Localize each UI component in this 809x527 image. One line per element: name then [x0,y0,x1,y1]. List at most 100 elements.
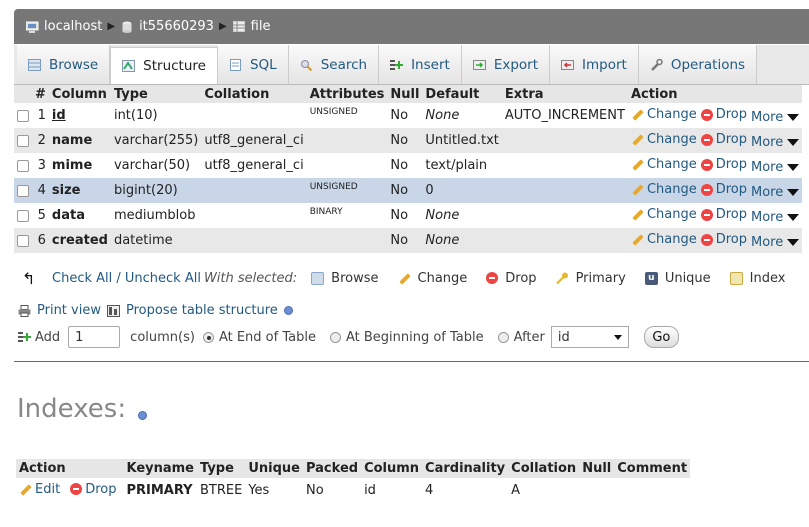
bulk-index-label[interactable]: Index [750,271,786,286]
more-label[interactable]: More [751,235,783,250]
bulk-change-label[interactable]: Change [418,271,468,286]
more-label[interactable]: More [751,135,783,150]
index-drop-cell: Drop [67,478,123,503]
change-button[interactable]: Change [631,182,697,197]
after-radio[interactable] [497,331,509,343]
go-button[interactable]: Go [643,326,679,348]
index-cardinality: 4 [425,483,434,498]
propose-structure-link[interactable]: Propose table structure [126,303,278,318]
drop-button[interactable]: Drop [700,107,747,122]
tab-search[interactable]: Search [288,45,380,84]
row-num: 3 [32,153,49,178]
tab-browse-label[interactable]: Browse [49,57,98,73]
row-checkbox[interactable] [17,159,29,172]
row-checkbox[interactable] [17,134,29,147]
index-drop-button[interactable]: Drop [70,482,116,497]
change-button[interactable]: Change [631,107,697,122]
change-label[interactable]: Change [647,107,697,122]
change-button[interactable]: Change [631,207,697,222]
tab-insert[interactable]: Insert [379,45,462,84]
bulk-primary-button[interactable]: Primary [555,271,626,286]
tab-export[interactable]: Export [461,45,551,84]
bulk-unique-label[interactable]: Unique [665,271,711,286]
drop-button[interactable]: Drop [700,232,747,247]
breadcrumb-database[interactable]: it55660293 [121,19,214,34]
bulk-primary-label[interactable]: Primary [576,271,626,286]
more-label[interactable]: More [751,185,783,200]
index-edit-button[interactable]: Edit [19,482,60,497]
tab-sql[interactable]: SQL [217,45,289,84]
drop-label[interactable]: Drop [716,232,747,247]
more-menu-button[interactable]: More [751,160,800,175]
help-icon[interactable] [138,411,148,420]
change-button[interactable]: Change [631,157,697,172]
drop-label[interactable]: Drop [716,207,747,222]
row-checkbox[interactable] [17,209,29,222]
bulk-unique-button[interactable]: u Unique [644,271,711,286]
more-label[interactable]: More [751,110,783,125]
tab-browse[interactable]: Browse [17,45,111,84]
tab-import-label[interactable]: Import [582,57,627,73]
row-checkbox[interactable] [17,109,29,122]
bulk-browse-label[interactable]: Browse [331,271,378,286]
tab-search-label[interactable]: Search [321,57,367,73]
more-menu-button[interactable]: More [751,210,800,225]
after-column-select[interactable]: id [550,326,629,348]
tab-sql-label[interactable]: SQL [250,57,277,73]
drop-label[interactable]: Drop [716,182,747,197]
structure-row: 1 id int(10) UNSIGNED No None AUTO_INCREMENT Ch… [14,103,803,128]
change-button[interactable]: Change [631,232,697,247]
drop-button[interactable]: Drop [700,132,747,147]
change-label[interactable]: Change [647,132,697,147]
change-label[interactable]: Change [647,182,697,197]
drop-label[interactable]: Drop [716,132,747,147]
drop-label[interactable]: Drop [716,107,747,122]
more-label[interactable]: More [751,160,783,175]
drop-button[interactable]: Drop [700,207,747,222]
drop-button[interactable]: Drop [700,182,747,197]
help-icon[interactable] [283,306,293,315]
breadcrumb-table[interactable]: file [232,19,271,34]
change-label[interactable]: Change [647,157,697,172]
breadcrumb-database-label[interactable]: it55660293 [139,19,214,34]
bulk-index-button[interactable]: Index [729,271,786,286]
index-drop-label[interactable]: Drop [85,482,116,497]
indexes-header-row: Action Keyname Type Unique Packed Column… [16,459,691,478]
at-end-radio[interactable] [202,331,214,343]
add-count-input[interactable]: 1 [68,326,121,348]
bulk-change-button[interactable]: Change [398,271,468,286]
tab-export-label[interactable]: Export [494,57,538,73]
more-menu-button[interactable]: More [751,135,800,150]
drop-button[interactable]: Drop [700,157,747,172]
at-end-label[interactable]: At End of Table [219,330,316,345]
tab-operations-label[interactable]: Operations [671,57,745,73]
drop-label[interactable]: Drop [716,157,747,172]
after-label[interactable]: After [514,330,545,345]
tab-operations[interactable]: Operations [638,45,758,84]
tab-import[interactable]: Import [550,45,639,84]
print-view-link[interactable]: Print view [37,303,101,318]
bulk-drop-label[interactable]: Drop [505,271,536,286]
breadcrumb-server[interactable]: localhost [26,19,102,34]
tab-insert-label[interactable]: Insert [411,57,450,73]
breadcrumb-table-label[interactable]: file [251,19,271,34]
more-label[interactable]: More [751,210,783,225]
more-menu-button[interactable]: More [751,235,800,250]
bulk-drop-button[interactable]: Drop [486,271,537,286]
structure-header-row: # Column Type Collation Attributes Null … [14,85,803,103]
check-all-link[interactable]: Check All / Uncheck All [52,271,201,286]
at-beginning-radio[interactable] [329,331,341,343]
change-label[interactable]: Change [647,207,697,222]
breadcrumb-server-label[interactable]: localhost [44,19,102,34]
bulk-browse-button[interactable]: Browse [311,271,379,286]
index-edit-label[interactable]: Edit [35,482,60,497]
at-beginning-label[interactable]: At Beginning of Table [346,330,484,345]
more-menu-button[interactable]: More [751,185,800,200]
tab-structure[interactable]: Structure [110,47,218,84]
more-menu-button[interactable]: More [751,110,800,125]
change-button[interactable]: Change [631,132,697,147]
change-label[interactable]: Change [647,232,697,247]
row-checkbox[interactable] [17,184,29,197]
row-checkbox[interactable] [17,234,29,247]
tab-structure-label[interactable]: Structure [143,58,206,74]
